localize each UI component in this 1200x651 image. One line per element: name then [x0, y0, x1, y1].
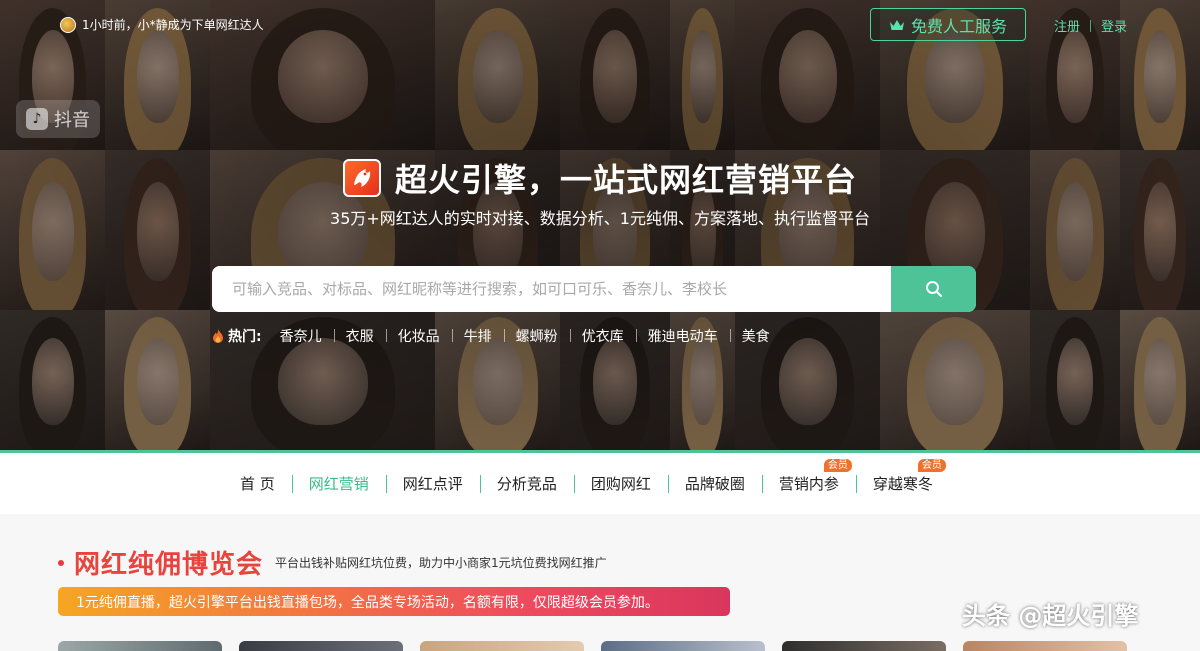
expo-card[interactable] — [239, 641, 403, 651]
douyin-badge: ♪ 抖音 — [16, 100, 100, 138]
hot-keyword[interactable]: 美食 — [729, 326, 782, 346]
promo-text: 1元纯佣直播，超火引擎平台出钱直播包场，全品类专场活动，名额有限，仅限超级会员参… — [76, 594, 659, 611]
hero-title-row: 超火引擎，一站式网红营销平台 — [343, 155, 857, 201]
hot-keyword[interactable]: 螺蛳粉 — [503, 326, 570, 346]
expo-description: 平台出钱补贴网红坑位费，助力中小商家1元坑位费找网红推广 — [275, 556, 607, 570]
nav-item-influencer-marketing[interactable]: 网红营销 — [291, 473, 386, 494]
expo-card[interactable] — [782, 641, 946, 651]
search-button[interactable] — [891, 266, 976, 312]
nav-label: 品牌破圈 — [684, 475, 745, 493]
nav-item-competitor-analysis[interactable]: 分析竞品 — [479, 473, 574, 494]
nav-label: 营销内参 — [778, 475, 839, 493]
hot-keyword[interactable]: 牛排 — [451, 326, 504, 346]
bullet-dot — [58, 559, 64, 566]
nav-label: 网红营销 — [308, 475, 369, 493]
nav-label: 网红点评 — [402, 475, 463, 493]
hero-banner: ♪ 抖音 1小时前，小*静成为下单网红达人 免费人工服务 注册 登录 超火引擎，… — [0, 0, 1200, 450]
user-avatar — [60, 16, 76, 33]
hot-keyword[interactable]: 衣服 — [333, 326, 386, 346]
hot-keyword[interactable]: 香奈儿 — [268, 326, 334, 346]
douyin-badge-label: 抖音 — [54, 110, 90, 131]
member-badge: 会员 — [823, 459, 852, 472]
free-service-button[interactable]: 免费人工服务 — [870, 8, 1026, 41]
login-link[interactable]: 登录 — [1101, 16, 1127, 35]
hot-label: 热门: — [228, 329, 262, 345]
nav-label: 团购网红 — [590, 475, 651, 493]
douyin-logo-icon: ♪ — [26, 108, 48, 130]
hero-subtitle: 35万+网红达人的实时对接、数据分析、1元纯佣、方案落地、执行监督平台 — [330, 209, 870, 228]
expo-card[interactable] — [58, 641, 222, 651]
hot-keyword[interactable]: 雅迪电动车 — [635, 326, 730, 346]
notice-text: 1小时前，小*静成为下单网红达人 — [82, 18, 264, 32]
expo-header: 网红纯佣博览会 平台出钱补贴网红坑位费，助力中小商家1元坑位费找网红推广 — [58, 544, 607, 581]
member-badge: 会员 — [917, 459, 946, 472]
main-nav: 首 页 网红营销 网红点评 分析竞品 团购网红 品牌破圈 营销内参 会员 穿越寒冬… — [223, 459, 950, 494]
nav-item-winter[interactable]: 穿越寒冬 会员 — [855, 459, 950, 494]
expo-card[interactable] — [420, 641, 584, 651]
expo-card[interactable] — [601, 641, 765, 651]
register-link[interactable]: 注册 — [1054, 16, 1080, 35]
hero-title: 超火引擎，一站式网红营销平台 — [395, 161, 858, 199]
fire-icon — [213, 329, 223, 343]
hot-keyword[interactable]: 化妆品 — [385, 326, 452, 346]
auth-divider — [1090, 19, 1092, 32]
expo-card-row — [58, 641, 1127, 651]
search-bar — [212, 266, 976, 312]
nav-label: 穿越寒冬 — [872, 475, 933, 493]
main-nav-bar: 首 页 网红营销 网红点评 分析竞品 团购网红 品牌破圈 营销内参 会员 穿越寒冬… — [0, 450, 1200, 514]
hot-keyword[interactable]: 优衣库 — [569, 326, 636, 346]
free-service-label: 免费人工服务 — [910, 16, 1007, 36]
nav-label: 分析竞品 — [496, 475, 557, 493]
auth-links: 注册 登录 — [1054, 16, 1127, 35]
nav-label: 首 页 — [240, 475, 275, 493]
search-icon — [925, 281, 942, 297]
nav-item-marketing-insider[interactable]: 营销内参 会员 — [761, 459, 856, 494]
promo-banner[interactable]: 1元纯佣直播，超火引擎平台出钱直播包场，全品类专场活动，名额有限，仅限超级会员参… — [58, 587, 730, 616]
expo-title: 网红纯佣博览会 — [74, 550, 264, 580]
hot-keywords: 热门: 香奈儿 衣服 化妆品 牛排 螺蛳粉 优衣库 雅迪电动车 美食 — [212, 326, 782, 346]
expo-card[interactable] — [963, 641, 1127, 651]
nav-item-group-buy[interactable]: 团购网红 — [573, 473, 668, 494]
search-input[interactable] — [212, 266, 891, 312]
nav-item-influencer-reviews[interactable]: 网红点评 — [385, 473, 480, 494]
brand-logo-icon — [343, 159, 381, 197]
nav-item-brand-breakout[interactable]: 品牌破圈 — [667, 473, 762, 494]
crown-icon — [889, 19, 905, 31]
watermark: 头条 @超火引擎 — [962, 602, 1139, 630]
activity-notice: 1小时前，小*静成为下单网红达人 — [60, 16, 264, 33]
nav-item-home[interactable]: 首 页 — [223, 473, 292, 494]
